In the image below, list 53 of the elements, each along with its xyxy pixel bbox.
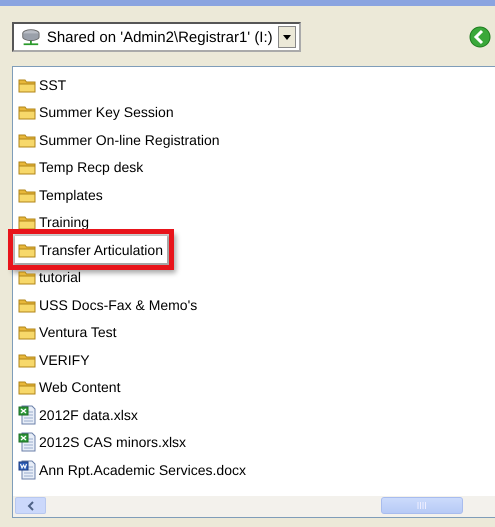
file-row[interactable]: Ann Rpt.Academic Services.docx — [15, 456, 250, 483]
file-row[interactable]: Temp Recp desk — [15, 154, 148, 180]
spreadsheet-icon — [18, 432, 36, 452]
file-row[interactable]: USS Docs-Fax & Memo's — [15, 291, 202, 318]
scroll-left-button[interactable] — [15, 497, 46, 514]
horizontal-scrollbar[interactable] — [13, 496, 495, 517]
folder-icon — [18, 214, 36, 230]
file-row[interactable]: Web Content — [15, 374, 124, 400]
file-name[interactable]: SST — [39, 76, 66, 92]
folder-icon — [18, 269, 36, 285]
scroll-thumb[interactable] — [381, 497, 463, 514]
file-name[interactable]: USS Docs-Fax & Memo's — [39, 296, 198, 312]
file-name[interactable]: tutorial — [39, 269, 82, 285]
location-dropdown[interactable]: Shared on 'Admin2\Registrar1' (I:) — [12, 22, 301, 52]
folder-icon — [18, 76, 36, 92]
file-row[interactable]: Templates — [15, 181, 107, 208]
file-name[interactable]: Ann Rpt.Academic Services.docx — [39, 462, 246, 478]
folder-icon — [18, 324, 36, 340]
file-row[interactable]: Training — [15, 208, 94, 236]
file-name[interactable]: Ventura Test — [39, 324, 117, 340]
folder-icon — [18, 379, 36, 395]
file-name[interactable]: Web Content — [39, 379, 120, 395]
location-text: Shared on 'Admin2\Registrar1' (I:) — [46, 28, 273, 46]
file-name[interactable]: Summer Key Session — [39, 104, 174, 120]
file-row[interactable]: 2012F data.xlsx — [15, 401, 142, 428]
file-row[interactable]: tutorial — [15, 264, 86, 290]
caret-icon — [282, 34, 291, 40]
spreadsheet-icon — [18, 404, 36, 424]
folder-icon — [18, 159, 36, 175]
dropdown-button[interactable] — [278, 26, 296, 48]
file-row[interactable]: 2012S CAS minors.xlsx — [15, 428, 190, 456]
network-drive-icon — [20, 27, 42, 47]
file-row[interactable]: SST — [15, 71, 70, 98]
file-name[interactable]: Summer On-line Registration — [39, 132, 220, 148]
document-icon — [18, 460, 36, 480]
file-name[interactable]: Temp Recp desk — [39, 159, 144, 175]
folder-icon — [18, 296, 36, 312]
file-name[interactable]: Training — [39, 214, 90, 230]
file-name[interactable]: Templates — [39, 186, 103, 202]
file-row[interactable]: Ventura Test — [15, 318, 121, 346]
file-row[interactable]: VERIFY — [15, 346, 94, 373]
folder-icon — [18, 186, 36, 202]
folder-icon — [18, 352, 36, 368]
file-row[interactable]: Summer On-line Registration — [15, 126, 224, 153]
folder-icon — [18, 242, 36, 258]
folder-icon — [18, 104, 36, 120]
folder-icon — [18, 132, 36, 148]
file-name[interactable]: VERIFY — [39, 352, 90, 368]
file-name[interactable]: 2012F data.xlsx — [39, 406, 138, 422]
grip-icon — [417, 502, 427, 509]
file-name[interactable]: 2012S CAS minors.xlsx — [39, 434, 186, 450]
file-row[interactable]: Summer Key Session — [15, 98, 178, 126]
file-name[interactable]: Transfer Articulation — [39, 242, 163, 258]
